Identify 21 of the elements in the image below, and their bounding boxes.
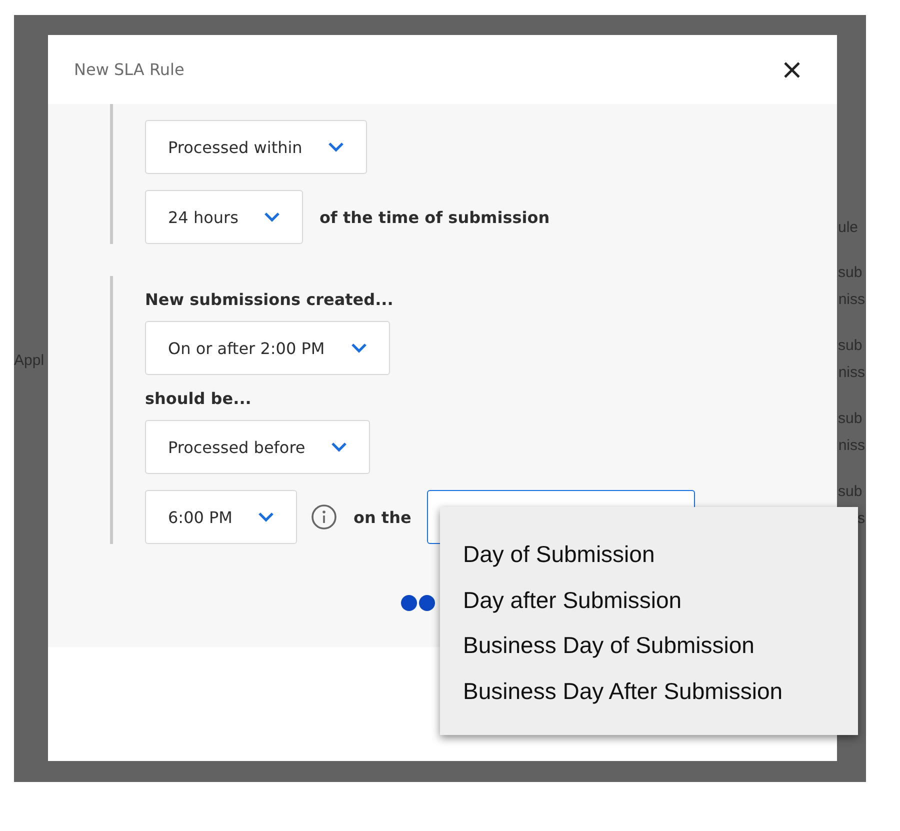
chevron-down-icon [264,212,280,222]
menu-option[interactable]: Business Day After Submission [463,668,783,714]
chevron-down-icon [350,343,367,353]
field-label: New submissions created... [145,290,394,309]
chevron-down-icon [258,512,274,522]
select-dropdown[interactable]: 24 hours [145,190,304,244]
menu-option[interactable]: Day after Submission [463,578,682,623]
field-label: on the [353,508,412,526]
info-icon[interactable] [311,504,338,530]
window-title: New SLA Rule [74,60,184,79]
field-label: should be... [145,389,252,408]
close-icon[interactable] [783,60,801,78]
select-dropdown[interactable]: Processed before [145,420,370,474]
select-dropdown[interactable]: 6:00 PM [145,490,298,544]
chevron-down-icon [328,142,344,152]
select-dropdown[interactable]: On or after 2:00 PM [145,321,390,375]
chevron-down-icon [331,442,348,452]
menu-option[interactable]: Day of Submission [463,532,655,578]
menu-option[interactable]: Business Day of Submission [463,623,754,668]
select-dropdown[interactable]: Processed within [145,120,368,174]
field-label: of the time of submission [319,208,550,226]
